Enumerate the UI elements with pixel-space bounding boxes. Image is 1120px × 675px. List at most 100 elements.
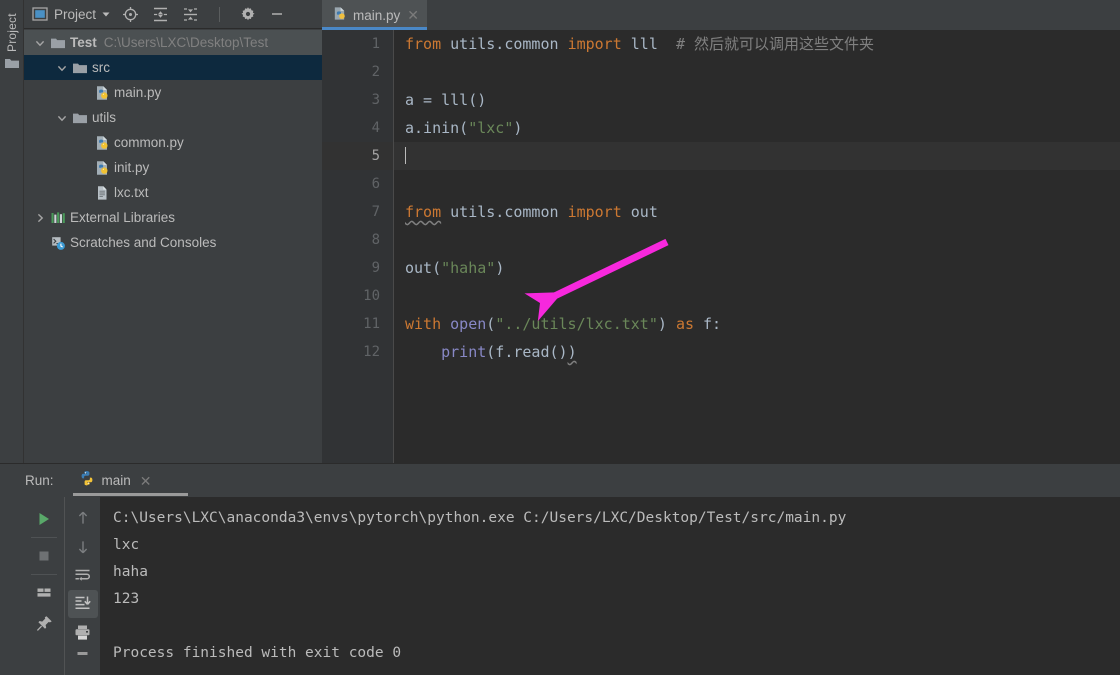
editor-tab-label: main.py [353,7,401,23]
gutter-line-number: 6 [371,176,380,192]
code-line-12: print(f.read()) [441,343,577,361]
toolbar-divider [31,537,57,538]
python-file-icon [97,135,108,150]
close-icon[interactable]: ✕ [407,8,419,22]
tree-row[interactable]: main.py [24,80,322,105]
code-line-11: with open("../utils/lxc.txt") as f: [405,315,722,333]
run-toolbar-secondary [64,497,100,675]
project-panel-toolbar [122,6,285,23]
collapse-all-icon[interactable] [182,6,199,23]
run-panel-header: Run: main ✕ [0,464,1120,497]
console-line: C:\Users\LXC\anaconda3\envs\pytorch\pyth… [113,510,847,526]
tree-row[interactable]: common.py [24,130,322,155]
left-tool-strip: Project [0,0,24,463]
pin-tab-icon[interactable] [29,608,59,638]
editor-area: main.py ✕ 1 2 3 4 5 6 7 8 9 10 11 12 from utils.com… [322,0,1120,463]
chevron-down-icon[interactable] [100,8,112,20]
tree-row[interactable]: src [24,55,322,80]
project-tree: Test C:\Users\LXC\Desktop\Test src main.py u… [24,29,322,463]
tree-item-label: lxc.txt [114,185,149,200]
toolbar-divider [219,6,221,22]
gutter-line-number: 10 [363,288,380,304]
gutter-line-number: 8 [371,232,380,248]
folder-icon [73,63,87,73]
tree-row[interactable]: Test C:\Users\LXC\Desktop\Test [24,30,322,55]
clear-all-icon[interactable] [68,647,98,675]
code-line-4: a.inin("lxc") [405,119,523,137]
chevron-down-icon[interactable] [32,37,48,49]
chevron-down-icon[interactable] [54,112,70,124]
code-line-7: from utils.common import out [405,203,658,221]
folder-icon [5,59,19,68]
python-file-icon [92,85,112,101]
code-line-3: a = lll() [405,91,487,109]
tree-row[interactable]: utils [24,105,322,130]
scratches-icon [52,236,65,250]
code-content[interactable]: from utils.common import lll # 然后就可以调用这些… [394,30,1120,463]
gutter-line-number: 11 [363,316,380,332]
text-file-icon [92,185,112,201]
locate-icon[interactable] [122,6,139,23]
folder-icon [51,38,65,48]
gutter-line-number: 7 [371,204,380,220]
editor-gutter[interactable]: 1 2 3 4 5 6 7 8 9 10 11 12 [322,30,394,463]
print-icon[interactable] [68,618,98,647]
console-line: haha [113,564,148,580]
folder-icon [73,113,87,123]
soft-wrap-icon[interactable] [68,561,98,590]
python-file-icon [332,6,347,24]
gutter-line-number: 12 [363,344,380,360]
chevron-down-icon[interactable] [56,112,68,124]
minimize-icon[interactable] [269,6,285,22]
tree-row[interactable]: External Libraries [24,205,322,230]
scroll-to-end-icon[interactable] [67,589,98,618]
gutter-line-number: 5 [322,142,393,170]
toolbar-divider [31,574,57,575]
scratches-icon [48,235,68,251]
libraries-icon [48,210,68,226]
up-arrow-icon[interactable] [68,504,98,533]
layout-settings-icon[interactable] [29,578,59,608]
chevron-down-icon[interactable] [56,62,68,74]
chevron-right-icon[interactable] [34,212,46,224]
expand-all-icon[interactable] [152,6,169,23]
project-tool-window: Project Test C:\Users\LXC\Desktop\Test s… [24,0,322,463]
gear-icon[interactable] [240,6,256,22]
rerun-button-icon[interactable] [29,504,59,534]
text-caret [405,147,406,164]
editor-tab-bar: main.py ✕ [322,0,1120,30]
folder-icon [70,60,90,76]
chevron-down-icon[interactable] [54,62,70,74]
tree-row[interactable]: init.py [24,155,322,180]
pycharm-window: Project Project Test C:\Users\LXC\Deskto… [0,0,1120,675]
run-tool-window: Run: main ✕ C:\Users\LXC\anaconda3\envs\… [0,463,1120,675]
project-panel-header: Project [24,0,322,29]
run-console-output[interactable]: C:\Users\LXC\anaconda3\envs\pytorch\pyth… [100,497,1120,675]
run-tab-main[interactable]: main ✕ [71,464,188,497]
console-line: 123 [113,591,140,607]
code-line-1: from utils.common import lll # 然后就可以调用这些… [405,35,875,53]
editor-tab-main-py[interactable]: main.py ✕ [322,0,428,30]
python-file-icon [97,85,108,100]
tree-row[interactable]: Scratches and Consoles [24,230,322,255]
project-panel-title: Project [54,6,97,22]
python-file-icon [97,160,108,175]
chevron-right-icon[interactable] [32,212,48,224]
close-icon[interactable]: ✕ [140,474,152,488]
project-window-icon [32,6,48,22]
gutter-line-number: 3 [371,92,380,108]
tree-row[interactable]: lxc.txt [24,180,322,205]
python-file-icon [92,135,112,151]
tree-item-label: main.py [114,85,162,100]
down-arrow-icon[interactable] [68,533,98,562]
tree-item-label: init.py [114,160,150,175]
chevron-down-icon[interactable] [34,37,46,49]
stop-button-icon[interactable] [29,541,59,571]
folder-icon [48,35,68,51]
python-icon [79,470,95,491]
gutter-line-number: 4 [371,120,380,136]
